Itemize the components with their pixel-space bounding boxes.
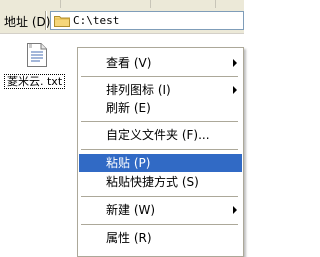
toolbar-separator xyxy=(215,0,216,8)
menu-item-refresh[interactable]: 刷新 (E) xyxy=(79,99,242,117)
menu-item-label: 自定义文件夹 (F)... xyxy=(106,128,210,142)
menu-separator xyxy=(81,76,238,77)
menu-separator xyxy=(81,224,238,225)
menu-separator xyxy=(81,196,238,197)
address-bar-separator xyxy=(45,11,47,30)
text-file-icon[interactable] xyxy=(26,42,48,68)
address-label: 地址 (D) xyxy=(4,15,51,29)
menu-item-label: 新建 (W) xyxy=(106,203,156,217)
submenu-arrow-icon xyxy=(233,59,237,67)
file-name-label[interactable]: 菱米云. txt xyxy=(4,74,66,89)
menu-item-properties[interactable]: 属性 (R) xyxy=(79,229,242,247)
menu-item-paste[interactable]: 粘贴 (P) xyxy=(79,154,242,172)
submenu-arrow-icon xyxy=(233,86,237,94)
address-input[interactable]: C:\test xyxy=(50,11,244,30)
menu-item-paste-shortcut[interactable]: 粘贴快捷方式 (S) xyxy=(79,173,242,191)
submenu-arrow-icon xyxy=(233,206,237,214)
address-bar: 地址 (D) C:\test xyxy=(0,8,244,34)
toolbar-separator xyxy=(150,0,151,8)
context-menu: 查看 (V) 排列图标 (I) 刷新 (E) 自定义文件夹 (F)... 粘贴 … xyxy=(77,47,244,257)
menu-separator xyxy=(81,121,238,122)
menu-item-arrange-icons[interactable]: 排列图标 (I) xyxy=(79,81,242,99)
menu-item-customize-folder[interactable]: 自定义文件夹 (F)... xyxy=(79,126,242,144)
menu-item-new[interactable]: 新建 (W) xyxy=(79,201,242,219)
menu-item-label: 粘贴 (P) xyxy=(106,156,151,170)
address-path: C:\test xyxy=(73,14,120,27)
menu-item-view[interactable]: 查看 (V) xyxy=(79,54,242,72)
menu-item-label: 属性 (R) xyxy=(106,231,152,245)
toolbar-separator xyxy=(60,0,61,8)
menu-item-label: 刷新 (E) xyxy=(106,101,151,115)
folder-icon xyxy=(54,16,70,27)
menu-item-label: 查看 (V) xyxy=(106,56,152,70)
menu-item-label: 粘贴快捷方式 (S) xyxy=(106,175,199,189)
toolbar-strip xyxy=(0,0,244,8)
menu-separator xyxy=(81,149,238,150)
menu-item-label: 排列图标 (I) xyxy=(106,83,171,97)
